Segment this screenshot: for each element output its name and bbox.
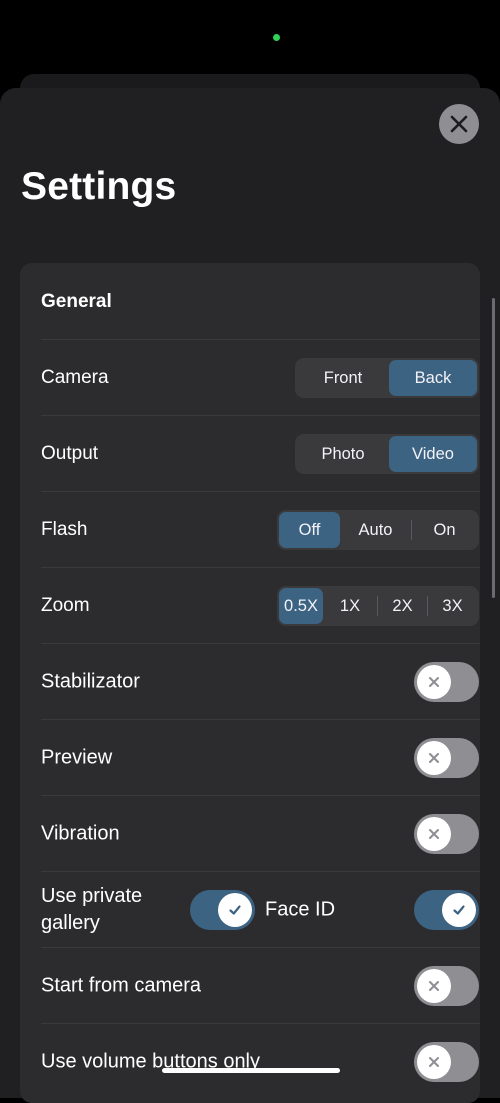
private-gallery-label-line1: Use private: [41, 885, 143, 907]
toggle-knob: [417, 969, 451, 1003]
x-icon: [429, 677, 439, 687]
flash-option-off[interactable]: Off: [279, 512, 340, 548]
vibration-label: Vibration: [41, 822, 120, 845]
check-icon: [453, 905, 465, 915]
volume-buttons-toggle[interactable]: [414, 1042, 479, 1082]
start-from-camera-toggle[interactable]: [414, 966, 479, 1006]
toggle-knob: [218, 893, 252, 927]
output-segmented-control: Photo Video: [295, 434, 479, 474]
toggle-knob: [442, 893, 476, 927]
private-gallery-toggle[interactable]: [190, 890, 255, 930]
start-from-camera-row: Start from camera: [41, 947, 480, 1024]
zoom-option-3x[interactable]: 3X: [428, 588, 477, 624]
page-title: Settings: [21, 165, 177, 208]
camera-row: Camera Front Back: [41, 339, 480, 416]
stabilizator-row: Stabilizator: [41, 643, 480, 720]
stabilizator-label: Stabilizator: [41, 670, 140, 693]
zoom-label: Zoom: [41, 595, 90, 616]
zoom-option-0-5x[interactable]: 0.5X: [279, 588, 323, 624]
close-button[interactable]: [439, 104, 479, 144]
x-icon: [429, 829, 439, 839]
flash-row: Flash Off Auto On: [41, 491, 480, 568]
section-title-general: General: [41, 291, 112, 312]
face-id-toggle[interactable]: [414, 890, 479, 930]
flash-label: Flash: [41, 519, 88, 540]
flash-option-auto[interactable]: Auto: [340, 512, 411, 548]
toggle-knob: [417, 665, 451, 699]
zoom-option-2x[interactable]: 2X: [378, 588, 427, 624]
start-from-camera-label: Start from camera: [41, 974, 202, 997]
zoom-segmented-control: 0.5X 1X 2X 3X: [277, 586, 479, 626]
check-icon: [229, 905, 241, 915]
toggle-knob: [417, 741, 451, 775]
camera-label: Camera: [41, 367, 109, 388]
output-option-photo[interactable]: Photo: [297, 436, 389, 472]
volume-buttons-row: Use volume buttons only: [41, 1023, 480, 1100]
face-id-label: Face ID: [265, 898, 336, 921]
stabilizator-toggle[interactable]: [414, 662, 479, 702]
preview-label: Preview: [41, 746, 113, 769]
zoom-option-1x[interactable]: 1X: [323, 588, 377, 624]
vibration-toggle[interactable]: [414, 814, 479, 854]
output-label: Output: [41, 443, 99, 464]
preview-row: Preview: [41, 719, 480, 796]
output-option-video[interactable]: Video: [389, 436, 477, 472]
flash-option-on[interactable]: On: [412, 512, 477, 548]
toggle-knob: [417, 817, 451, 851]
x-icon: [429, 981, 439, 991]
vibration-row: Vibration: [41, 795, 480, 872]
camera-indicator-dot: [273, 34, 280, 41]
camera-option-front[interactable]: Front: [297, 360, 389, 396]
private-gallery-row: Use private gallery Face ID: [41, 871, 480, 948]
output-row: Output Photo Video: [41, 415, 480, 492]
flash-segmented-control: Off Auto On: [277, 510, 479, 550]
camera-segmented-control: Front Back: [295, 358, 479, 398]
camera-option-back[interactable]: Back: [389, 360, 477, 396]
home-indicator[interactable]: [162, 1068, 340, 1073]
preview-toggle[interactable]: [414, 738, 479, 778]
general-card: General Camera Front Back Output Photo V…: [20, 263, 480, 1103]
x-icon: [429, 1057, 439, 1067]
scroll-indicator[interactable]: [492, 298, 495, 598]
close-icon: [450, 115, 468, 133]
private-gallery-label: Use private gallery: [41, 883, 142, 937]
x-icon: [429, 753, 439, 763]
zoom-row: Zoom 0.5X 1X 2X 3X: [41, 567, 480, 644]
toggle-knob: [417, 1045, 451, 1079]
private-gallery-label-line2: gallery: [41, 912, 100, 934]
